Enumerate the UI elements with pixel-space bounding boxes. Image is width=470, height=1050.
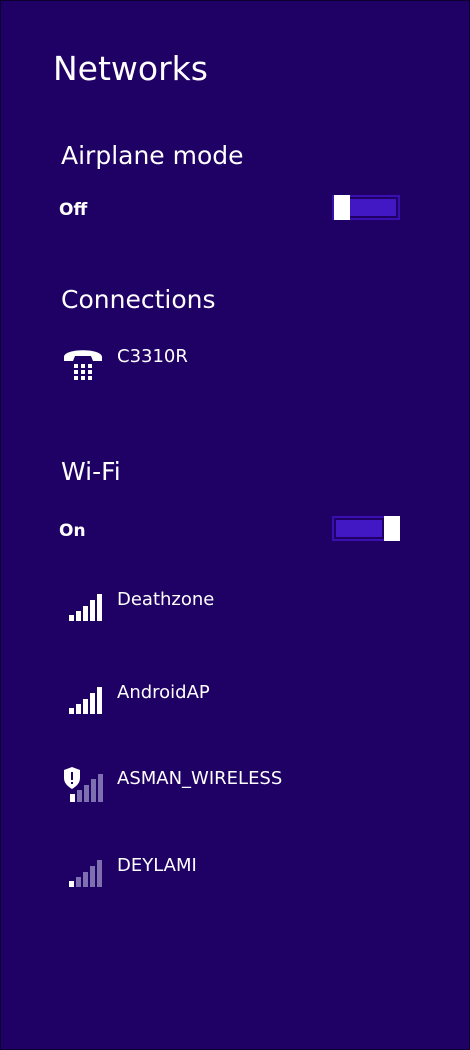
wifi-signal-icon [69, 687, 102, 714]
wifi-network-name: DEYLAMI [117, 855, 197, 876]
wifi-toggle[interactable] [332, 516, 400, 541]
page-title: Networks [53, 49, 208, 88]
toggle-track [350, 199, 396, 216]
wifi-network-androidap[interactable]: AndroidAP [61, 680, 421, 726]
wifi-network-name: ASMAN_WIRELESS [117, 768, 283, 789]
connections-heading: Connections [61, 285, 216, 314]
wifi-signal-shield-icon [64, 767, 103, 802]
wifi-signal-icon [69, 860, 102, 887]
wifi-signal-icon [69, 594, 102, 621]
wifi-heading: Wi-Fi [61, 457, 121, 486]
wifi-network-name: AndroidAP [117, 682, 210, 703]
toggle-track [336, 520, 382, 537]
wifi-network-deathzone[interactable]: Deathzone [61, 587, 421, 633]
toggle-thumb[interactable] [334, 195, 350, 220]
connection-name: C3310R [117, 346, 188, 367]
wifi-network-deylami[interactable]: DEYLAMI [61, 853, 421, 899]
airplane-mode-heading: Airplane mode [61, 141, 244, 170]
phone-keypad-icon [64, 350, 102, 380]
wifi-network-name: Deathzone [117, 589, 215, 610]
networks-panel: Networks Airplane mode Off Connections C… [0, 0, 470, 1050]
airplane-mode-state: Off [59, 200, 88, 220]
airplane-mode-toggle[interactable] [332, 195, 400, 220]
toggle-thumb[interactable] [384, 516, 400, 541]
wifi-state: On [59, 521, 86, 541]
connection-item-c3310r[interactable]: C3310R [61, 342, 421, 388]
wifi-network-asman-wireless[interactable]: ASMAN_WIRELESS [61, 766, 421, 812]
